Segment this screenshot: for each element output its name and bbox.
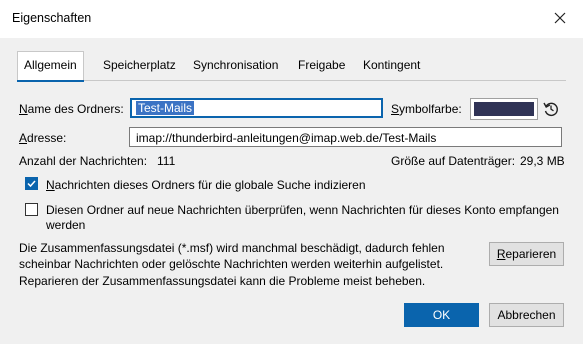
check-option-line2: werden (46, 218, 86, 232)
repair-info-line3: Reparieren der Zusammenfassungsdatei kan… (19, 274, 426, 288)
access-key: N (19, 102, 28, 116)
index-option-label: Nachrichten dieses Ordners für die globa… (46, 178, 366, 192)
cancel-button[interactable]: Abbrechen (489, 303, 564, 327)
close-button[interactable] (546, 5, 574, 31)
tab-freigabe[interactable]: Freigabe (292, 52, 351, 79)
tab-label: Freigabe (298, 58, 346, 72)
label-text: ame des Ordners: (27, 102, 124, 116)
tab-label: Kontingent (363, 58, 421, 72)
close-icon (554, 12, 566, 24)
folder-name-input[interactable]: Test-Mails (130, 98, 383, 118)
symbol-color-label: Symbolfarbe: (391, 102, 462, 116)
access-key: N (46, 178, 55, 192)
repair-button[interactable]: Reparieren (489, 242, 564, 266)
color-swatch (474, 102, 534, 116)
folder-name-label: Name des Ordners: (19, 102, 124, 116)
access-key: A (19, 131, 28, 145)
selected-text: Test-Mails (136, 101, 195, 115)
window-title: Eigenschaften (12, 11, 92, 25)
tab-label: Allgemein (24, 58, 77, 72)
reset-icon (543, 102, 558, 117)
address-field[interactable]: imap://thunderbird-anleitungen@imap.web.… (129, 127, 562, 147)
index-checkbox[interactable] (25, 177, 38, 190)
disk-size-value: 29,3 MB (520, 154, 565, 168)
repair-info-line1: Die Zusammenfassungsdatei (*.msf) wird m… (19, 241, 445, 255)
tab-bar: Allgemein Speicherplatz Synchronisation … (17, 51, 566, 82)
disk-size-label: Größe auf Datenträger: (391, 154, 516, 168)
message-count-value: 111 (157, 154, 176, 168)
tab-label: Synchronisation (193, 58, 279, 72)
ok-button[interactable]: OK (404, 303, 479, 327)
check-new-messages-checkbox[interactable] (25, 203, 38, 216)
symbol-color-picker[interactable] (470, 98, 538, 120)
label-text: achrichten dieses Ordners für die global… (54, 178, 366, 192)
tab-speicherplatz[interactable]: Speicherplatz (97, 52, 182, 79)
reset-color-button[interactable] (542, 100, 560, 118)
check-option-line1: Diesen Ordner auf neue Nachrichten überp… (46, 203, 559, 217)
label-text: ymbolfarbe: (399, 102, 462, 116)
button-label: eparieren (505, 247, 557, 261)
tab-kontingent[interactable]: Kontingent (357, 52, 426, 79)
tab-label: Speicherplatz (103, 58, 176, 72)
checkmark-icon (27, 180, 36, 188)
repair-info-line2: scheinbar Nachrichten oder gelöschte Nac… (19, 257, 444, 271)
tab-allgemein[interactable]: Allgemein (17, 51, 84, 82)
label-text: dresse: (27, 131, 67, 145)
tab-synchronisation[interactable]: Synchronisation (187, 52, 284, 79)
address-label: Adresse: (19, 131, 66, 145)
access-key: S (391, 102, 400, 116)
message-count-label: Anzahl der Nachrichten: (19, 154, 148, 168)
